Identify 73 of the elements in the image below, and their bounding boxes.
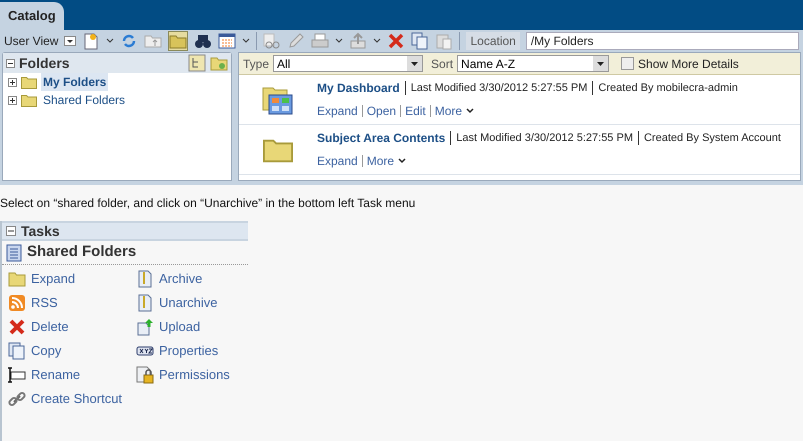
instruction-text: Select on “shared folder, and click on “Unarchive” in the bottom left Task menu xyxy=(0,195,416,212)
location-label: Location xyxy=(466,32,520,50)
task-link[interactable]: Upload xyxy=(159,317,200,337)
glasses-icon[interactable] xyxy=(263,32,282,50)
printer-icon[interactable] xyxy=(311,32,330,50)
lock-icon xyxy=(136,366,154,384)
rename-icon xyxy=(8,366,26,384)
dropdown-icon[interactable] xyxy=(64,36,76,46)
chain-link-icon xyxy=(8,390,26,408)
task-link[interactable]: Permissions xyxy=(159,365,230,385)
task-link[interactable]: Copy xyxy=(31,341,62,361)
task-link[interactable]: Rename xyxy=(31,365,80,385)
modified-text: Last Modified 3/30/2012 5:27:55 PM xyxy=(410,80,588,96)
created-text: Created By System Account xyxy=(644,130,781,146)
action-link[interactable]: Expand xyxy=(317,102,358,120)
dropdown-icon xyxy=(407,56,422,71)
more-link[interactable]: More xyxy=(434,102,462,120)
type-label: Type xyxy=(243,56,270,72)
binoculars-icon[interactable] xyxy=(194,32,212,50)
folder-icon xyxy=(263,136,293,162)
collapse-icon[interactable] xyxy=(6,226,16,236)
task-link[interactable]: Expand xyxy=(31,269,76,289)
copy-icon[interactable] xyxy=(411,32,430,50)
more-link[interactable]: More xyxy=(366,152,394,170)
upload-icon xyxy=(136,318,154,336)
task-link[interactable]: Archive xyxy=(159,269,202,289)
caret-icon[interactable] xyxy=(242,38,250,44)
item-name-link[interactable]: Subject Area Contents xyxy=(317,129,446,147)
task-link[interactable]: Unarchive xyxy=(159,293,218,313)
modified-text: Last Modified 3/30/2012 5:27:55 PM xyxy=(456,130,633,146)
folder-icon xyxy=(8,270,26,288)
document-icon xyxy=(6,244,22,262)
collapse-icon[interactable] xyxy=(6,58,15,68)
caret-icon[interactable] xyxy=(466,108,474,114)
caret-icon[interactable] xyxy=(335,38,344,44)
location-field[interactable]: /My Folders xyxy=(526,32,799,50)
action-link[interactable]: Open xyxy=(366,102,396,120)
dropdown-icon xyxy=(593,56,608,71)
action-link[interactable]: Edit xyxy=(405,102,426,120)
caret-icon[interactable] xyxy=(398,158,406,164)
task-link[interactable]: Properties xyxy=(159,341,218,361)
selected-folder-title: Shared Folders xyxy=(27,242,136,262)
delete-icon[interactable] xyxy=(387,32,406,50)
new-item-icon[interactable] xyxy=(82,32,100,50)
task-link[interactable]: Create Shortcut xyxy=(31,389,122,409)
caret-icon[interactable] xyxy=(373,38,382,44)
delete-icon xyxy=(8,318,26,336)
zipped-file-icon xyxy=(136,294,154,312)
caret-icon[interactable] xyxy=(106,38,114,44)
zipped-file-icon xyxy=(136,270,154,288)
action-link[interactable]: Expand xyxy=(317,152,358,170)
type-dropdown[interactable]: All xyxy=(273,55,424,72)
calendar-icon[interactable] xyxy=(218,32,236,50)
folder-icon xyxy=(21,94,37,106)
tree-item[interactable]: Shared Folders xyxy=(41,91,128,109)
sort-dropdown[interactable]: Name A-Z xyxy=(457,55,610,72)
catalog-tab[interactable]: Catalog xyxy=(0,2,64,30)
folder-icon xyxy=(21,76,37,88)
task-link[interactable]: Delete xyxy=(31,317,69,337)
rss-icon xyxy=(8,294,26,312)
view-label: User View xyxy=(4,33,58,50)
expand-icon[interactable] xyxy=(8,78,17,86)
sort-label: Sort xyxy=(431,56,454,72)
checkbox-label: Show More Details xyxy=(638,56,739,72)
panel-title: Tasks xyxy=(21,222,60,240)
task-link[interactable]: RSS xyxy=(31,293,58,313)
expand-icon[interactable] xyxy=(8,96,17,104)
item-name-link[interactable]: My Dashboard xyxy=(317,79,400,97)
panel-title: Folders xyxy=(19,54,71,72)
tree-item[interactable]: My Folders xyxy=(41,73,108,91)
copy-icon xyxy=(8,342,26,360)
created-text: Created By mobilecra-admin xyxy=(598,80,738,96)
checkbox[interactable] xyxy=(621,57,634,70)
